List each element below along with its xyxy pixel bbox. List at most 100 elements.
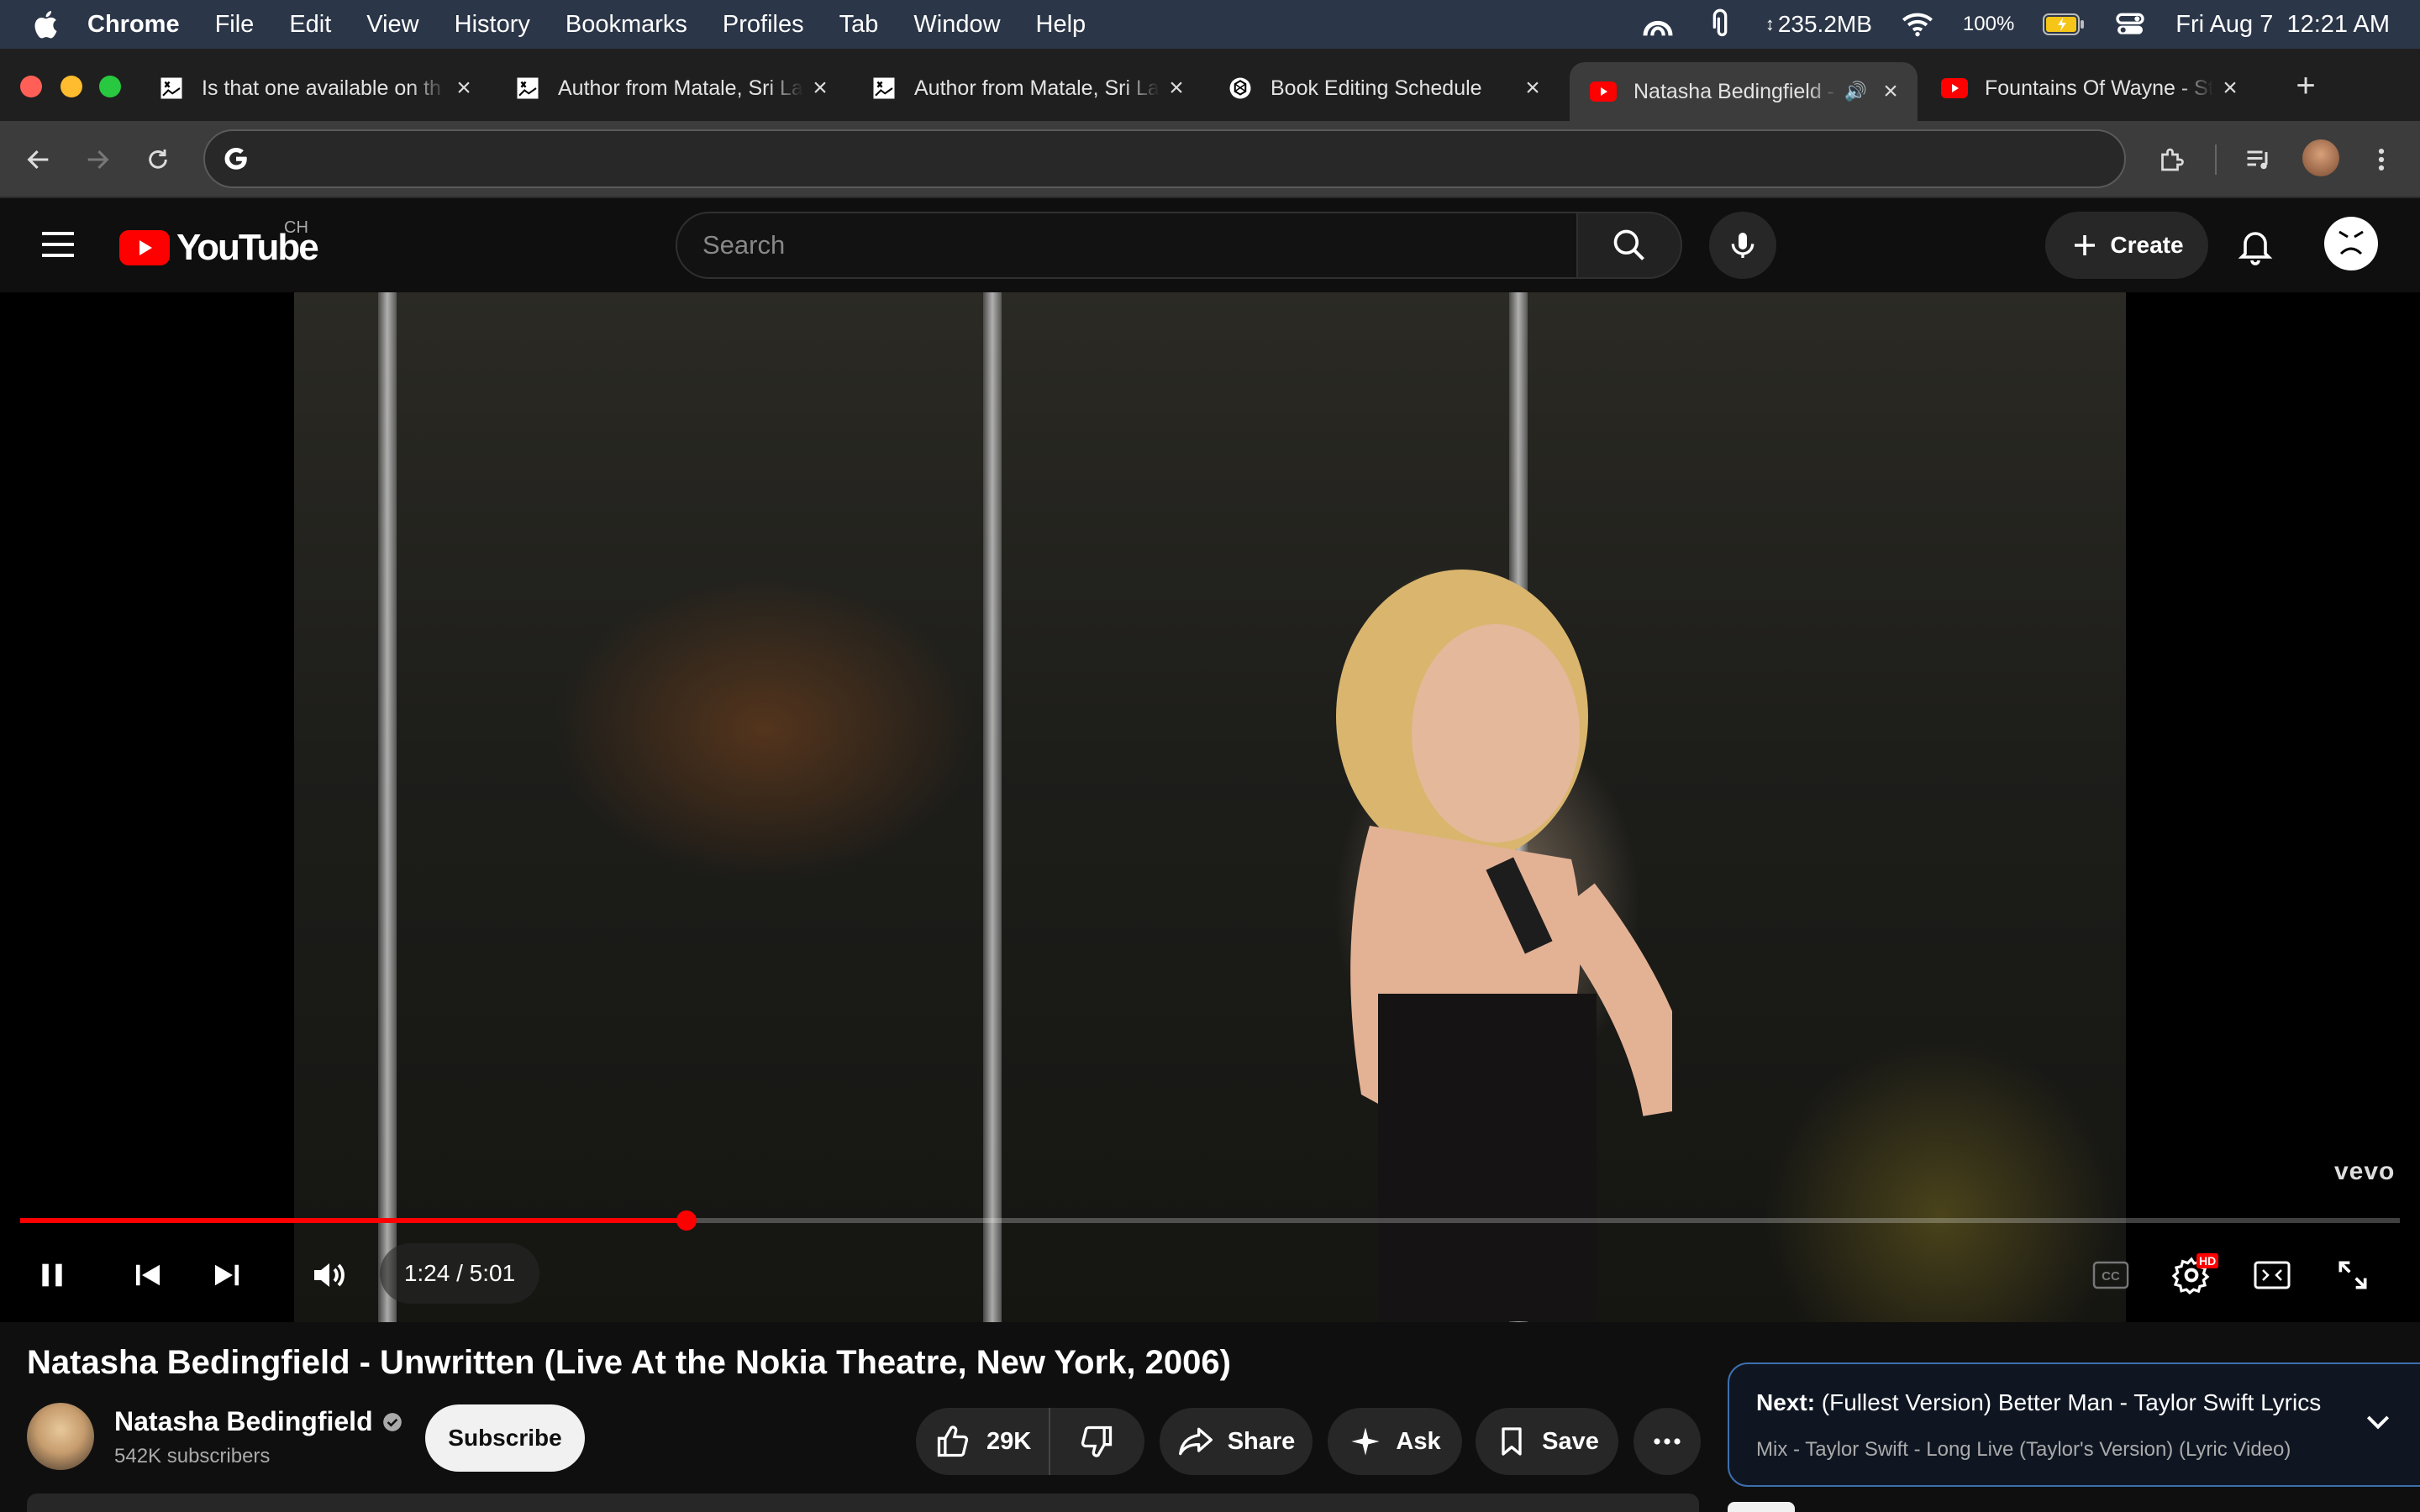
puzzle-icon [2161, 148, 2184, 171]
close-window-button[interactable] [20, 76, 42, 97]
battery-icon[interactable] [2043, 13, 2085, 35]
arrow-left-icon [27, 150, 49, 170]
channel-name[interactable]: Natasha Bedingfield [114, 1406, 403, 1437]
close-tab-icon[interactable]: × [2213, 71, 2247, 105]
profile-avatar[interactable] [2302, 139, 2339, 176]
chrome-menu-button[interactable] [2361, 139, 2402, 180]
tab-2[interactable]: Author from Matale, Sri Lanka × [494, 62, 847, 114]
more-actions-button[interactable] [1634, 1408, 1701, 1475]
paperclip-icon[interactable] [1703, 8, 1737, 41]
wifi-icon[interactable] [1901, 8, 1934, 41]
up-next-card[interactable]: Next: (Fullest Version) Better Man - Tay… [1728, 1362, 2420, 1487]
back-button[interactable] [18, 139, 59, 180]
skip-next-icon [215, 1264, 239, 1286]
fullscreen-icon [2338, 1261, 2367, 1289]
menu-tab[interactable]: Tab [839, 0, 879, 49]
menu-edit[interactable]: Edit [289, 0, 331, 49]
time-separator: / [450, 1260, 470, 1286]
settings-button[interactable]: HD [2166, 1250, 2219, 1300]
search-button[interactable] [1576, 212, 1682, 279]
control-center-icon[interactable] [2113, 8, 2147, 41]
memory-readout[interactable]: ↕ 235.2MB [1765, 11, 1872, 38]
miniplayer-button[interactable] [2247, 1250, 2297, 1300]
clock[interactable]: Fri Aug 7 12:21 AM [2175, 11, 2390, 39]
tab-title: Is that one available on th [202, 76, 441, 100]
minimize-window-button[interactable] [60, 76, 82, 97]
menu-app-name[interactable]: Chrome [87, 0, 180, 49]
close-tab-icon[interactable]: × [1160, 71, 1193, 105]
dislike-button[interactable] [1050, 1408, 1143, 1475]
close-tab-icon[interactable]: × [1874, 75, 1907, 108]
tab-title: Natasha Bedingfield - Unwritten [1634, 79, 1838, 103]
menu-history[interactable]: History [455, 0, 530, 49]
address-bar[interactable] [203, 129, 2126, 188]
sparkle-icon [1351, 1427, 1381, 1456]
speaker-icon[interactable]: 🔊 [1844, 81, 1867, 102]
close-tab-icon[interactable]: × [803, 71, 837, 105]
voice-search-button[interactable] [1709, 212, 1776, 279]
channel-avatar[interactable] [27, 1403, 94, 1470]
doc-icon [871, 75, 897, 102]
like-button[interactable]: 29K [916, 1408, 1050, 1475]
tab-4[interactable]: Book Editing Schedule × [1207, 62, 1560, 114]
notifications-bell-icon[interactable] [2235, 225, 2275, 265]
description-box-edge[interactable] [27, 1494, 1699, 1512]
create-label: Create [2110, 232, 2184, 258]
pause-icon [42, 1263, 62, 1287]
menu-file[interactable]: File [215, 0, 255, 49]
svg-text:CC: CC [2102, 1269, 2120, 1284]
menu-view[interactable]: View [366, 0, 418, 49]
media-controls-button[interactable] [2238, 139, 2279, 180]
account-avatar[interactable] [2324, 217, 2378, 270]
up-next-title-line: Next: (Fullest Version) Better Man - Tay… [1756, 1389, 2344, 1416]
tab-6[interactable]: Fountains Of Wayne - Stacy's Mom × [1921, 62, 2257, 114]
subscribe-button[interactable]: Subscribe [425, 1404, 585, 1472]
google-g-icon [224, 147, 247, 170]
hamburger-menu-icon[interactable] [42, 230, 79, 259]
tab-title: Author from Matale, Sri Lanka [558, 76, 803, 100]
played-bar [20, 1218, 687, 1223]
arc-icon[interactable] [1641, 8, 1675, 41]
fullscreen-button[interactable] [2328, 1250, 2378, 1300]
reload-button[interactable] [138, 139, 178, 180]
chevron-down-icon[interactable] [2361, 1404, 2395, 1438]
apple-icon[interactable] [30, 8, 64, 41]
more-horizontal-icon [1654, 1438, 1681, 1445]
time-display[interactable]: 1:24 / 5:01 [380, 1243, 539, 1304]
menu-bookmarks[interactable]: Bookmarks [566, 0, 687, 49]
arrow-right-icon [87, 150, 109, 170]
sad-face-icon [2338, 230, 2364, 255]
video-frame[interactable] [294, 292, 2126, 1322]
ask-button[interactable]: Ask [1328, 1408, 1462, 1475]
next-button[interactable] [202, 1250, 252, 1300]
menu-window[interactable]: Window [913, 0, 1000, 49]
tab-title: Author from Matale, Sri Lanka [914, 76, 1160, 100]
country-code: CH [284, 218, 308, 237]
extensions-button[interactable] [2151, 139, 2191, 180]
create-button[interactable]: Create [2045, 212, 2208, 279]
menu-profiles[interactable]: Profiles [723, 0, 804, 49]
volume-button[interactable] [304, 1250, 355, 1300]
youtube-logo[interactable]: YouTube CH [119, 218, 319, 269]
tab-1[interactable]: Is that one available on th × [138, 62, 491, 114]
close-tab-icon[interactable]: × [1516, 71, 1549, 105]
new-tab-button[interactable]: + [2287, 67, 2324, 104]
skip-previous-icon [136, 1264, 160, 1286]
previous-button[interactable] [123, 1250, 173, 1300]
search-box[interactable] [676, 212, 1578, 279]
captions-button[interactable]: CC [2086, 1250, 2136, 1300]
share-button[interactable]: Share [1160, 1408, 1313, 1475]
search-input[interactable] [702, 213, 1543, 277]
tab-3[interactable]: Author from Matale, Sri Lanka × [850, 62, 1203, 114]
chatgpt-icon [1227, 75, 1254, 102]
zoom-window-button[interactable] [99, 76, 121, 97]
forward-button[interactable] [77, 139, 118, 180]
close-tab-icon[interactable]: × [447, 71, 481, 105]
scrubber-handle[interactable] [676, 1210, 697, 1231]
progress-bar[interactable] [20, 1210, 2400, 1231]
menu-help[interactable]: Help [1036, 0, 1086, 49]
tab-5-active[interactable]: Natasha Bedingfield - Unwritten 🔊 × [1570, 62, 1918, 121]
up-next-subtitle: Mix - Taylor Swift - Long Live (Taylor's… [1756, 1438, 2291, 1461]
save-button[interactable]: Save [1476, 1408, 1618, 1475]
pause-button[interactable] [27, 1250, 77, 1300]
